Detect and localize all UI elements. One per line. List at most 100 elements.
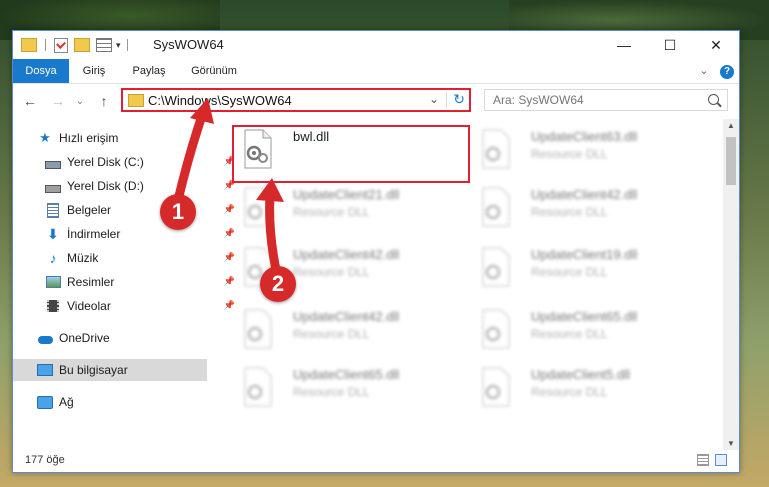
address-bar[interactable]: C:\Windows\SysWOW64 ⌄ ↻ [121, 88, 471, 112]
large-icons-view-icon[interactable] [715, 454, 727, 466]
file-tile[interactable]: UpdateClient5.dll Resource DLL [459, 361, 679, 415]
ribbon-tabs: Dosya Giriş Paylaş Görünüm ⌄ ? [13, 59, 739, 84]
up-button[interactable]: ↑ [95, 92, 113, 110]
forward-button[interactable]: → [49, 92, 67, 110]
close-button[interactable]: ✕ [693, 31, 739, 59]
file-name: UpdateClient42.dll [531, 187, 638, 202]
step-1-badge: 1 [160, 194, 196, 230]
sidebar-item-music[interactable]: ♪ Müzik 📌 [13, 247, 239, 269]
drive-icon [45, 154, 61, 170]
file-highlight-box [232, 125, 470, 183]
sidebar-item-quick-access[interactable]: ★ Hızlı erişim [13, 127, 231, 149]
window-title: SysWOW64 [153, 37, 224, 52]
sidebar-item-label: Videolar [67, 299, 111, 313]
file-name: UpdateClient42.dll [293, 247, 400, 262]
properties-icon[interactable] [54, 37, 68, 53]
back-button[interactable]: ← [21, 92, 39, 110]
dll-file-icon [479, 367, 513, 407]
file-tile[interactable]: UpdateClient42.dll Resource DLL [221, 241, 441, 295]
file-name: UpdateClient63.dll [531, 129, 638, 144]
dll-file-icon [479, 247, 513, 287]
sidebar-item-label: OneDrive [59, 331, 110, 345]
star-icon: ★ [39, 130, 51, 145]
sidebar-item-label: Ağ [59, 395, 74, 409]
toolbar-dropdown-icon[interactable]: ▾ [116, 40, 121, 51]
separator-icon [126, 39, 128, 51]
scroll-thumb[interactable] [726, 137, 736, 185]
scroll-up-icon[interactable]: ▲ [727, 121, 735, 130]
sidebar-item-label: İndirmeler [67, 227, 121, 241]
address-path[interactable]: C:\Windows\SysWOW64 [148, 93, 292, 108]
tab-share[interactable]: Paylaş [127, 59, 171, 83]
dll-file-icon [479, 129, 513, 169]
folder-icon [21, 38, 37, 52]
file-type: Resource DLL [293, 265, 370, 279]
sidebar-item-pictures[interactable]: Resimler 📌 [13, 271, 239, 293]
file-name: UpdateClient65.dll [531, 309, 638, 324]
file-tile[interactable]: UpdateClient42.dll Resource DLL [459, 181, 679, 235]
file-name: UpdateClient21.dll [293, 187, 400, 202]
title-bar: ▾ SysWOW64 — ☐ ✕ [13, 31, 739, 59]
file-explorer-window: ▾ SysWOW64 — ☐ ✕ Dosya Giriş Paylaş Görü… [12, 30, 740, 473]
file-tile[interactable]: UpdateClient65.dll Resource DLL [221, 361, 441, 415]
dll-file-icon [241, 187, 275, 227]
step-2-badge: 2 [260, 266, 296, 302]
search-icon-handle [717, 102, 722, 108]
sidebar-item-network[interactable]: Ağ [13, 391, 231, 413]
sidebar-item-local-disk-d[interactable]: Yerel Disk (D:) 📌 [13, 175, 239, 197]
new-folder-icon[interactable] [74, 38, 90, 52]
sidebar-item-this-pc[interactable]: Bu bilgisayar [13, 359, 207, 381]
quick-access-toolbar: ▾ [21, 35, 128, 55]
sidebar-item-label: Belgeler [67, 203, 112, 217]
sidebar-item-videos[interactable]: Videolar 📌 [13, 295, 239, 317]
file-type: Resource DLL [531, 385, 608, 399]
minimize-button[interactable]: — [601, 31, 647, 59]
help-icon[interactable]: ? [719, 59, 735, 83]
file-type: Resource DLL [293, 327, 370, 341]
search-input[interactable] [491, 92, 695, 108]
vertical-scrollbar[interactable]: ▲ ▼ [723, 119, 739, 450]
sidebar-item-onedrive[interactable]: OneDrive [13, 327, 231, 349]
dll-file-icon [479, 309, 513, 349]
file-tile[interactable]: UpdateClient65.dll Resource DLL [459, 303, 679, 357]
address-dropdown-icon[interactable]: ⌄ [429, 92, 439, 106]
file-tile[interactable]: UpdateClient42.dll Resource DLL [221, 303, 441, 357]
details-view-icon[interactable] [697, 454, 709, 466]
recent-locations-button[interactable]: ⌄ [71, 92, 89, 110]
refresh-icon[interactable]: ↻ [453, 91, 465, 108]
tab-view[interactable]: Görünüm [185, 59, 243, 83]
download-icon: ⬇ [47, 225, 59, 242]
dll-file-icon [241, 367, 275, 407]
drive-icon [45, 178, 61, 194]
sidebar-item-documents[interactable]: Belgeler 📌 [13, 199, 239, 221]
file-type: Resource DLL [293, 205, 370, 219]
file-type: Resource DLL [531, 327, 608, 341]
pictures-icon [45, 274, 61, 290]
search-box[interactable] [484, 89, 728, 111]
file-type: Resource DLL [531, 205, 608, 219]
music-icon: ♪ [49, 250, 57, 266]
dll-file-icon [241, 309, 275, 349]
customize-toolbar-icon[interactable] [96, 38, 112, 52]
sidebar-item-downloads[interactable]: ⬇ İndirmeler 📌 [13, 223, 239, 245]
videos-icon [45, 298, 61, 314]
scroll-down-icon[interactable]: ▼ [727, 439, 735, 448]
tab-file[interactable]: Dosya [13, 59, 69, 83]
item-count: 177 öğe [25, 454, 65, 466]
file-name: UpdateClient42.dll [293, 309, 400, 324]
file-tile[interactable]: UpdateClient19.dll Resource DLL [459, 241, 679, 295]
file-tile[interactable]: UpdateClient21.dll Resource DLL [221, 181, 441, 235]
navigation-pane: ★ Hızlı erişim Yerel Disk (C:) 📌 Yerel D… [13, 119, 235, 447]
sidebar-item-local-disk-c[interactable]: Yerel Disk (C:) 📌 [13, 151, 239, 173]
sidebar-item-label: Yerel Disk (D:) [67, 179, 144, 193]
maximize-button[interactable]: ☐ [647, 31, 693, 59]
ribbon-expand-icon[interactable]: ⌄ [697, 59, 711, 83]
sidebar-item-label: Yerel Disk (C:) [67, 155, 144, 169]
status-bar: 177 öğe [13, 448, 739, 472]
file-name: UpdateClient5.dll [531, 367, 631, 382]
file-type: Resource DLL [293, 385, 370, 399]
sidebar-item-label: Bu bilgisayar [59, 363, 128, 377]
file-tile[interactable]: UpdateClient63.dll Resource DLL [459, 123, 679, 177]
computer-icon [37, 362, 53, 378]
tab-home[interactable]: Giriş [75, 59, 113, 83]
